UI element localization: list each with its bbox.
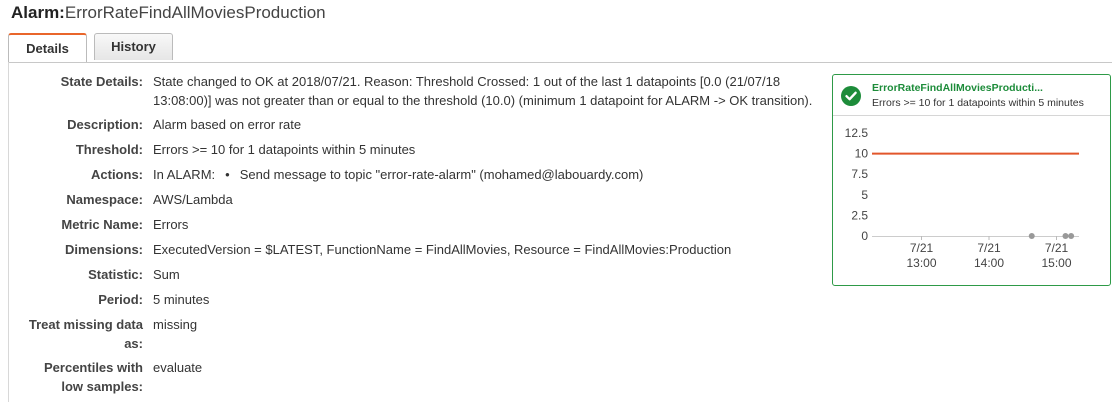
treat-missing-label-line1: Treat missing data <box>28 317 143 332</box>
state-details-label: State Details: <box>60 74 143 89</box>
dimensions-label: Dimensions: <box>64 242 143 257</box>
percentiles-label-line2: low samples: <box>61 379 143 394</box>
check-icon <box>841 86 861 106</box>
tab-history[interactable]: History <box>94 33 173 60</box>
threshold-label: Threshold: <box>75 142 143 157</box>
bullet-icon: • <box>225 167 230 182</box>
dimensions-value: ExecutedVersion = $LATEST, FunctionName … <box>153 242 732 257</box>
y-tick-label: 10 <box>855 147 869 161</box>
metric-name-label: Metric Name: <box>61 217 143 232</box>
actions-value: In ALARM: • Send message to topic "error-r… <box>153 165 823 184</box>
actions-label: Actions: <box>91 167 143 182</box>
threshold-value: Errors >= 10 for 1 datapoints within 5 m… <box>153 142 416 157</box>
alarm-chart: 12.5107.552.507/2113:007/2114:007/2115:0… <box>845 126 1079 270</box>
treat-missing-label-line2: as: <box>124 336 143 351</box>
x-tick-time-label: 14:00 <box>974 256 1004 270</box>
data-point <box>1068 233 1075 239</box>
panel-border <box>8 62 9 402</box>
widget-title[interactable]: ErrorRateFindAllMoviesProducti... <box>872 82 1043 94</box>
tab-details[interactable]: Details <box>8 33 87 62</box>
data-point <box>1028 233 1035 239</box>
state-details-value: State changed to OK at 2018/07/21. Reaso… <box>153 72 823 110</box>
description-value: Alarm based on error rate <box>153 117 302 132</box>
percentiles-value: evaluate <box>153 360 203 375</box>
title-prefix: Alarm: <box>11 3 65 22</box>
x-tick-date-label: 7/21 <box>910 241 934 255</box>
tab-divider <box>8 62 1112 63</box>
x-tick-time-label: 13:00 <box>906 256 936 270</box>
percentiles-label: Percentiles with low samples: <box>20 358 143 396</box>
percentiles-label-line1: Percentiles with <box>44 360 143 375</box>
x-tick-date-label: 7/21 <box>977 241 1001 255</box>
statistic-value: Sum <box>153 267 180 282</box>
alarm-graph-widget[interactable]: ErrorRateFindAllMoviesProducti... Errors… <box>832 74 1111 286</box>
y-tick-label: 2.5 <box>851 208 868 222</box>
page-title: Alarm:ErrorRateFindAllMoviesProduction <box>11 3 326 23</box>
namespace-value: AWS/Lambda <box>153 192 233 207</box>
actions-state: In ALARM: <box>153 167 216 182</box>
widget-header: ErrorRateFindAllMoviesProducti... Errors… <box>833 75 1110 116</box>
x-tick-date-label: 7/21 <box>1045 241 1069 255</box>
treat-missing-label: Treat missing data as: <box>20 315 143 353</box>
action-item: Send message to topic "error-rate-alarm"… <box>239 167 644 182</box>
period-value: 5 minutes <box>153 292 210 307</box>
state-details-line2: 13:08:00)] was not greater than or equal… <box>153 93 813 108</box>
alarm-name: ErrorRateFindAllMoviesProduction <box>64 3 326 22</box>
y-tick-label: 0 <box>861 229 868 243</box>
y-tick-label: 7.5 <box>851 167 868 181</box>
period-label: Period: <box>98 292 143 307</box>
widget-subtitle: Errors >= 10 for 1 datapoints within 5 m… <box>872 97 1084 109</box>
metric-name-value: Errors <box>153 217 189 232</box>
state-details-line1: State changed to OK at 2018/07/21. Reaso… <box>153 74 781 89</box>
statistic-label: Statistic: <box>88 267 143 282</box>
treat-missing-value: missing <box>153 317 198 332</box>
data-point <box>1062 233 1069 239</box>
namespace-label: Namespace: <box>66 192 143 207</box>
x-tick-time-label: 15:00 <box>1041 256 1071 270</box>
y-tick-label: 12.5 <box>845 126 869 140</box>
description-label: Description: <box>67 117 143 132</box>
y-tick-label: 5 <box>861 188 868 202</box>
